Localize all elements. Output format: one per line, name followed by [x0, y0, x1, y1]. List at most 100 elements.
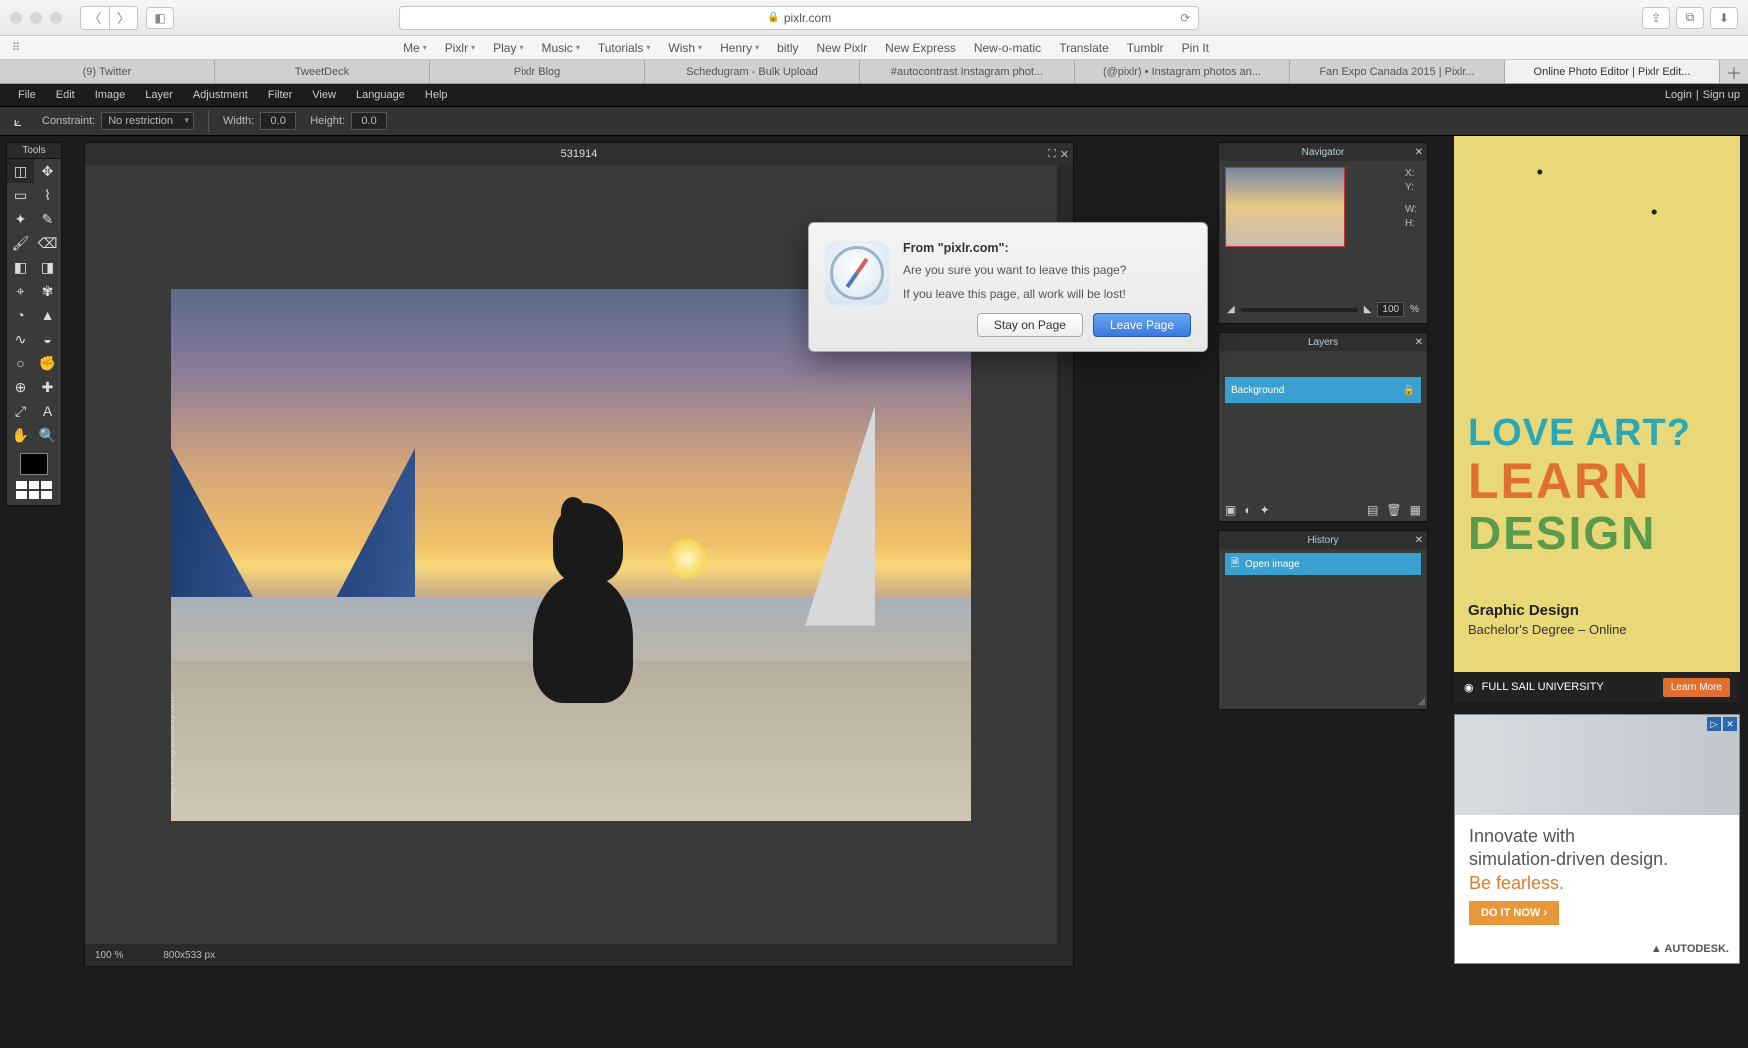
hand-tool-icon[interactable]: ✋ — [7, 423, 34, 447]
menu-filter[interactable]: Filter — [258, 89, 302, 101]
new-tab-button[interactable]: ＋ — [1720, 60, 1748, 83]
width-input[interactable]: 0.0 — [260, 112, 296, 130]
bookmark-item[interactable]: Pixlr▾ — [445, 41, 475, 55]
layer-row[interactable]: Background 🔒 — [1225, 377, 1421, 403]
browser-tab[interactable]: Fan Expo Canada 2015 | Pixlr... — [1290, 60, 1505, 83]
resize-grip-icon[interactable]: ◢ — [1417, 696, 1425, 707]
reload-icon[interactable]: ⟳ — [1180, 11, 1190, 25]
bookmark-item[interactable]: Henry▾ — [720, 41, 759, 55]
sidebar-toggle-button[interactable]: ◧ — [146, 7, 174, 29]
tabs-icon[interactable]: ⧉ — [1676, 7, 1704, 29]
bookmark-item[interactable]: Music▾ — [541, 41, 579, 55]
zoom-slider[interactable] — [1241, 308, 1358, 312]
zoom-in-icon[interactable]: ◣ — [1364, 304, 1372, 315]
close-icon[interactable]: ✕ — [1415, 535, 1423, 546]
menu-view[interactable]: View — [302, 89, 346, 101]
leave-page-button[interactable]: Leave Page — [1093, 313, 1191, 337]
color-grid[interactable] — [16, 481, 52, 499]
bookmark-item[interactable]: bitly — [777, 41, 798, 55]
zoom-value[interactable]: 100 — [1377, 302, 1404, 317]
lasso-tool-icon[interactable]: ⌇ — [34, 183, 61, 207]
history-row[interactable]: 🗎 Open image — [1225, 553, 1421, 575]
crop-tool-icon[interactable]: ⟀ — [8, 111, 28, 131]
crop-tool-icon[interactable]: ◫ — [7, 159, 34, 183]
menu-image[interactable]: Image — [85, 89, 136, 101]
bookmark-item[interactable]: New Pixlr — [816, 41, 867, 55]
close-icon[interactable]: ✕ — [1415, 147, 1423, 158]
move-tool-icon[interactable]: ✥ — [34, 159, 61, 183]
login-link[interactable]: Login — [1665, 89, 1692, 101]
trash-icon[interactable]: 🗑 — [1386, 503, 1401, 517]
bookmark-item[interactable]: Wish▾ — [668, 41, 702, 55]
zoom-tool-icon[interactable]: 🔍 — [34, 423, 61, 447]
signup-link[interactable]: Sign up — [1703, 89, 1740, 101]
menu-file[interactable]: File — [8, 89, 46, 101]
menu-adjustment[interactable]: Adjustment — [183, 89, 258, 101]
bookmark-item[interactable]: New Express — [885, 41, 956, 55]
zoom-out-icon[interactable]: ◢ — [1227, 304, 1235, 315]
browser-tab[interactable]: Schedugram - Bulk Upload — [645, 60, 860, 83]
ad-fullsail[interactable]: LOVE ART? LEARN DESIGN Graphic Design Ba… — [1454, 92, 1740, 702]
merge-icon[interactable]: ▤ — [1367, 503, 1378, 517]
ad-autodesk[interactable]: ▷✕ Innovate with simulation-driven desig… — [1454, 714, 1740, 964]
menu-help[interactable]: Help — [415, 89, 458, 101]
bookmark-item[interactable]: Tumblr — [1127, 41, 1164, 55]
browser-tab[interactable]: TweetDeck — [215, 60, 430, 83]
dodge-tool-icon[interactable]: ○ — [7, 351, 34, 375]
bucket-tool-icon[interactable]: ◧ — [7, 255, 34, 279]
close-icon[interactable]: ✕ — [1415, 337, 1423, 348]
eyedropper-tool-icon[interactable]: ⤢ — [7, 399, 34, 423]
wand-tool-icon[interactable]: ✦ — [7, 207, 34, 231]
smudge-tool-icon[interactable]: ∿ — [7, 327, 34, 351]
height-input[interactable]: 0.0 — [351, 112, 387, 130]
back-button[interactable]: 〈 — [81, 7, 109, 29]
browser-tab[interactable]: #autocontrast Instagram phot... — [860, 60, 1075, 83]
stamp-tool-icon[interactable]: ✾ — [34, 279, 61, 303]
close-icon[interactable]: ✕ — [1060, 148, 1069, 161]
bookmark-item[interactable]: Play▾ — [493, 41, 523, 55]
browser-tab[interactable]: (9) Twitter — [0, 60, 215, 83]
spot-heal-tool-icon[interactable]: ✚ — [34, 375, 61, 399]
clone-tool-icon[interactable]: ⌖ — [7, 279, 34, 303]
mask-icon[interactable]: ◐ — [1244, 503, 1251, 517]
redeye-tool-icon[interactable]: ⊕ — [7, 375, 34, 399]
stay-on-page-button[interactable]: Stay on Page — [977, 313, 1083, 337]
new-layer-icon[interactable]: ▣ — [1225, 503, 1236, 517]
downloads-icon[interactable]: ⬇ — [1710, 7, 1738, 29]
browser-tab[interactable]: Pixlr Blog — [430, 60, 645, 83]
menu-layer[interactable]: Layer — [135, 89, 183, 101]
lock-icon[interactable]: 🔒 — [1403, 385, 1415, 396]
bookmark-item[interactable]: Me▾ — [403, 41, 427, 55]
adchoices-icon[interactable]: ▷ — [1707, 717, 1721, 731]
canvas-titlebar[interactable]: 531914 ⛶✕ — [85, 143, 1073, 165]
ad-cta-button[interactable]: Learn More — [1663, 678, 1730, 697]
navigator-thumb[interactable] — [1225, 167, 1345, 247]
zoom-window-icon[interactable] — [50, 12, 62, 24]
close-window-icon[interactable] — [10, 12, 22, 24]
bookmark-item[interactable]: New-o-matic — [974, 41, 1041, 55]
share-icon[interactable]: ⇪ — [1642, 7, 1670, 29]
foreground-swatch[interactable] — [20, 453, 48, 475]
bookmark-item[interactable]: Pin It — [1182, 41, 1209, 55]
forward-button[interactable]: 〉 — [109, 7, 137, 29]
menu-edit[interactable]: Edit — [46, 89, 85, 101]
blur-tool-icon[interactable]: ◔ — [7, 303, 34, 327]
maximize-icon[interactable]: ⛶ — [1048, 148, 1056, 161]
sponge-tool-icon[interactable]: ◒ — [34, 327, 61, 351]
sharpen-tool-icon[interactable]: ▲ — [34, 303, 61, 327]
fx-icon[interactable]: ✦ — [1260, 503, 1270, 517]
constraint-select[interactable]: No restriction — [101, 112, 194, 130]
pencil-tool-icon[interactable]: ✎ — [34, 207, 61, 231]
ad-cta-button[interactable]: DO IT NOW › — [1469, 901, 1559, 925]
eraser-tool-icon[interactable]: ⌫ — [34, 231, 61, 255]
brush-tool-icon[interactable]: 🖌 — [7, 231, 34, 255]
menu-language[interactable]: Language — [346, 89, 415, 101]
bookmark-item[interactable]: Tutorials▾ — [598, 41, 651, 55]
ad-close-icon[interactable]: ✕ — [1723, 717, 1737, 731]
marquee-tool-icon[interactable]: ▭ — [7, 183, 34, 207]
settings-icon[interactable]: ▦ — [1410, 503, 1421, 517]
browser-tab[interactable]: Online Photo Editor | Pixlr Edit... — [1505, 60, 1720, 83]
bookmark-item[interactable]: Translate — [1059, 41, 1109, 55]
burn-tool-icon[interactable]: ✊ — [34, 351, 61, 375]
gradient-tool-icon[interactable]: ◨ — [34, 255, 61, 279]
